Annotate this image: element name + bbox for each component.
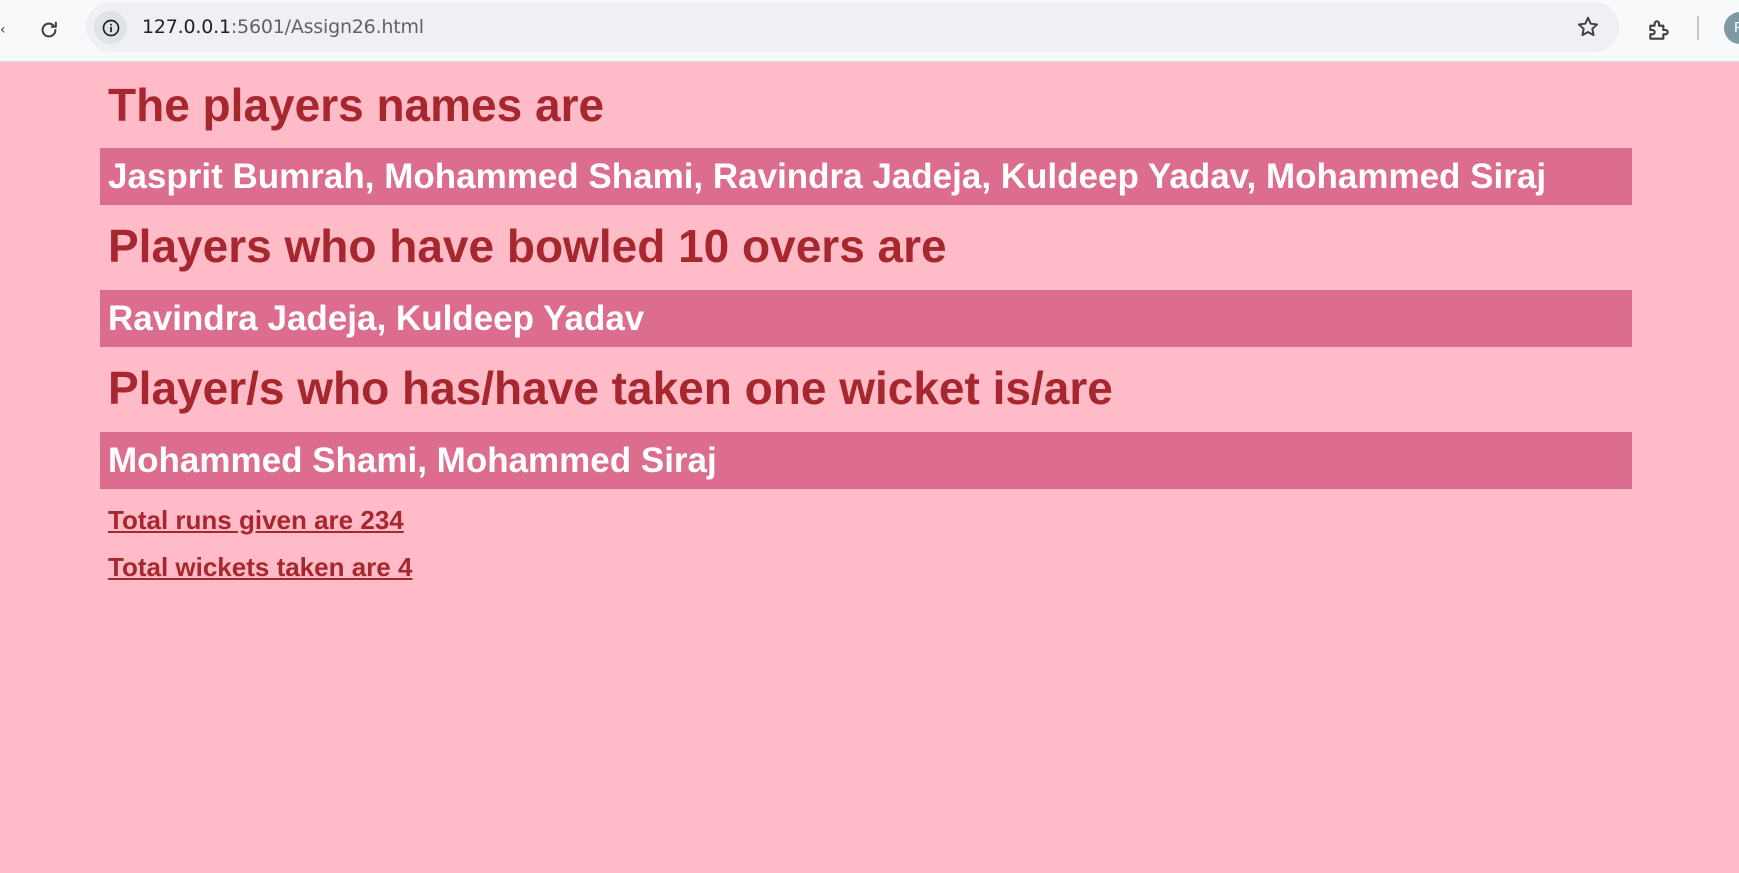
star-icon: [1577, 16, 1599, 37]
heading-player-names: The players names are: [108, 79, 605, 131]
total-wickets: Total wickets taken are 4: [108, 552, 413, 582]
url-host: 127.0.0.1: [142, 16, 231, 38]
totals: Total runs given are 234 Total wickets t…: [100, 489, 1632, 599]
reload-button[interactable]: [31, 12, 67, 48]
url-path: :5601/Assign26.html: [230, 16, 424, 38]
url-text[interactable]: 127.0.0.1:5601/Assign26.html: [142, 2, 424, 52]
total-runs: Total runs given are 234: [108, 505, 404, 535]
page-content: The players names are Jasprit Bumrah, Mo…: [100, 62, 1632, 599]
heading-ten-overs: Players who have bowled 10 overs are: [108, 220, 947, 272]
one-wicket-value: Mohammed Shami, Mohammed Siraj: [100, 432, 1632, 489]
bookmark-button[interactable]: [1573, 12, 1603, 42]
site-info-button[interactable]: [94, 11, 127, 44]
extensions-icon: [1649, 20, 1669, 40]
extensions-button[interactable]: [1641, 12, 1677, 48]
heading-one-wicket: Player/s who has/have taken one wicket i…: [108, 362, 1113, 414]
player-names-value: Jasprit Bumrah, Mohammed Shami, Ravindra…: [100, 148, 1632, 205]
profile-avatar[interactable]: P: [1724, 12, 1739, 44]
info-icon: [102, 19, 119, 36]
ten-overs-value: Ravindra Jadeja, Kuldeep Yadav: [100, 290, 1632, 347]
address-bar[interactable]: 127.0.0.1:5601/Assign26.html: [86, 2, 1619, 52]
back-arrow-icon[interactable]: ‹: [0, 22, 6, 40]
reload-icon: [41, 21, 57, 38]
browser-toolbar: ‹ 127.0.0.1:5601/Assign26.html P: [0, 0, 1739, 62]
toolbar-divider: [1697, 16, 1699, 40]
